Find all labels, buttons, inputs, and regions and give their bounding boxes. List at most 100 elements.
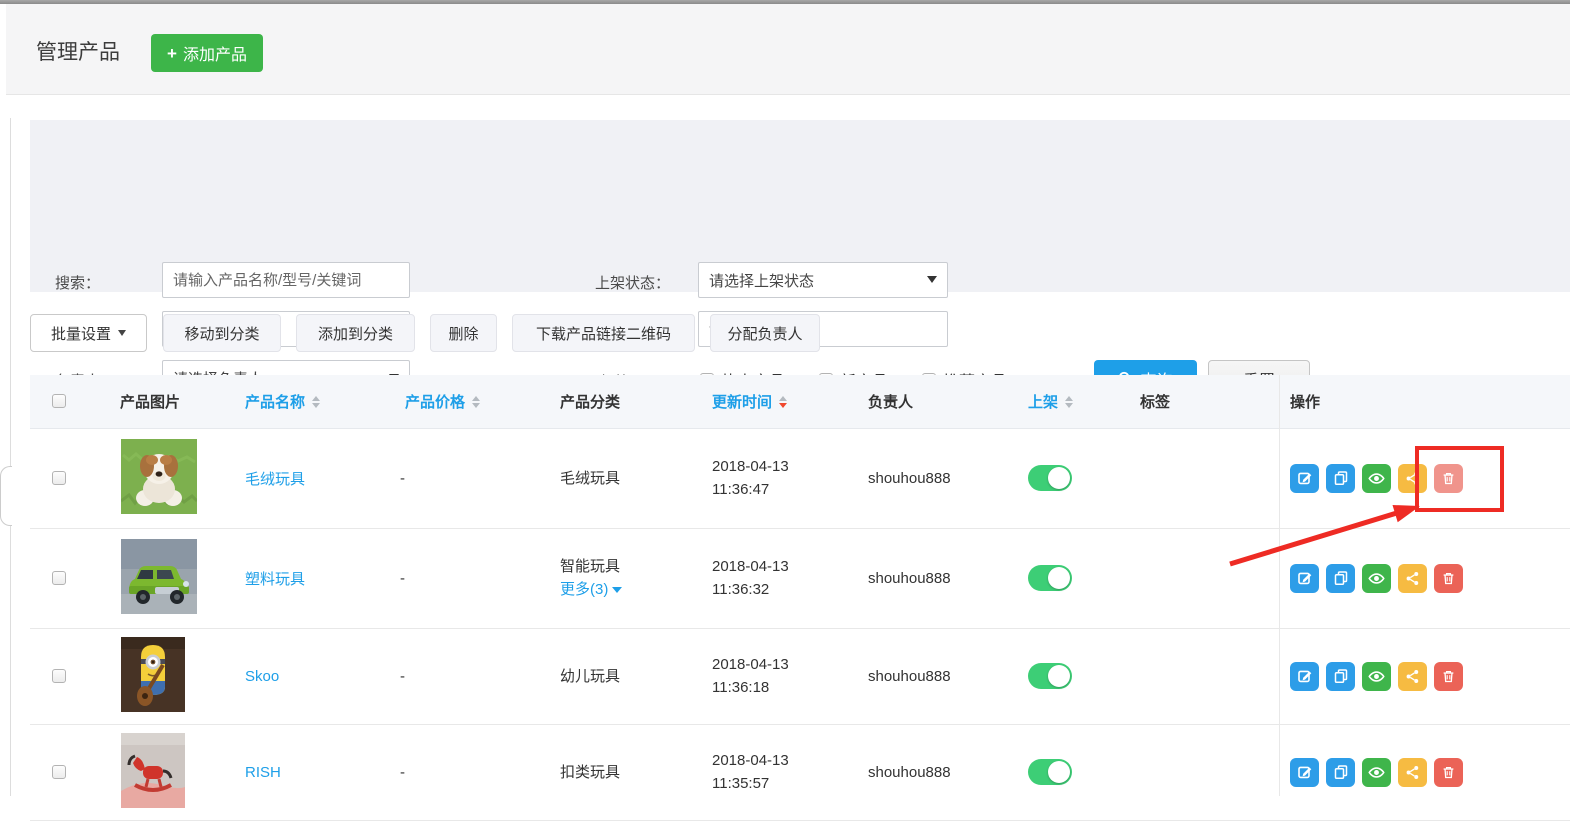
view-action-button[interactable] (1362, 662, 1391, 691)
edit-icon (1297, 470, 1313, 486)
sort-arrows-icon[interactable] (779, 396, 787, 408)
col-product-name[interactable]: 产品名称 (245, 375, 320, 428)
share-icon (1405, 669, 1420, 684)
update-time-cell: 2018-04-1311:35:57 (712, 724, 789, 820)
product-image-minion-figure (121, 637, 185, 716)
edit-icon (1297, 668, 1313, 684)
download-qrcode-button[interactable]: 下载产品链接二维码 (512, 314, 695, 352)
search-input[interactable] (162, 262, 410, 298)
select-all-checkbox[interactable] (52, 394, 66, 408)
product-category-cell: 毛绒玩具 (560, 428, 620, 528)
product-name-cell: 毛绒玩具 (245, 428, 305, 528)
copy-action-button[interactable] (1326, 758, 1355, 787)
product-category-cell: 智能玩具更多(3) (560, 528, 622, 628)
column-label: 产品名称 (245, 391, 305, 412)
chevron-down-icon (927, 276, 937, 283)
update-date: 2018-04-13 (712, 555, 789, 578)
view-action-button[interactable] (1362, 464, 1391, 493)
delete-action-button[interactable] (1434, 464, 1463, 493)
sort-desc-icon (472, 403, 480, 408)
status-toggle-on[interactable] (1028, 663, 1072, 689)
product-name-link[interactable]: 毛绒玩具 (245, 468, 305, 489)
search-label: 搜索： (55, 272, 100, 293)
row-checkbox[interactable] (52, 571, 66, 585)
view-icon (1368, 764, 1385, 781)
sort-arrows-icon[interactable] (472, 396, 480, 408)
sort-desc-icon (1065, 403, 1073, 408)
status-toggle-on[interactable] (1028, 565, 1072, 591)
delete-action-button[interactable] (1434, 758, 1463, 787)
edit-action-button[interactable] (1290, 564, 1319, 593)
edit-action-button[interactable] (1290, 464, 1319, 493)
add-to-category-button[interactable]: 添加到分类 (296, 314, 415, 352)
share-action-button[interactable] (1398, 564, 1427, 593)
column-label: 上架 (1028, 391, 1058, 412)
col-status[interactable]: 上架 (1028, 375, 1073, 428)
row-checkbox-cell (52, 528, 66, 628)
batch-settings-button[interactable]: 批量设置 (30, 314, 147, 352)
sort-arrows-icon[interactable] (1065, 396, 1073, 408)
status-select[interactable]: 请选择上架状态 (698, 262, 948, 298)
delete-icon (1441, 765, 1456, 780)
view-action-button[interactable] (1362, 758, 1391, 787)
product-category-value: 扣类玩具 (560, 761, 620, 784)
share-action-button[interactable] (1398, 662, 1427, 691)
add-product-button[interactable]: + 添加产品 (151, 34, 263, 72)
table-header: 产品图片产品名称产品价格产品分类更新时间负责人上架标签操作 (30, 375, 1570, 429)
product-price-value: - (400, 764, 405, 781)
row-checkbox[interactable] (52, 765, 66, 779)
share-icon (1405, 471, 1420, 486)
update-time: 11:36:18 (712, 676, 769, 699)
update-date: 2018-04-13 (712, 653, 789, 676)
delete-button[interactable]: 删除 (430, 314, 497, 352)
update-time: 11:36:47 (712, 478, 769, 501)
product-image-cell (121, 628, 185, 724)
delete-icon (1441, 571, 1456, 586)
product-image-green-toy-car (121, 539, 197, 618)
status-toggle-on[interactable] (1028, 759, 1072, 785)
share-action-button[interactable] (1398, 464, 1427, 493)
delete-action-button[interactable] (1434, 662, 1463, 691)
edit-action-button[interactable] (1290, 758, 1319, 787)
product-name-link[interactable]: RISH (245, 764, 281, 781)
product-name-link[interactable]: Skoo (245, 668, 279, 685)
copy-action-button[interactable] (1326, 662, 1355, 691)
move-to-category-button[interactable]: 移动到分类 (163, 314, 281, 352)
update-time: 11:36:32 (712, 578, 769, 601)
share-action-button[interactable] (1398, 758, 1427, 787)
copy-action-button[interactable] (1326, 464, 1355, 493)
owner-cell: shouhou888 (868, 528, 951, 628)
edit-action-button[interactable] (1290, 662, 1319, 691)
update-date: 2018-04-13 (712, 455, 789, 478)
product-name-link[interactable]: 塑料玩具 (245, 568, 305, 589)
col-tags: 标签 (1140, 375, 1170, 428)
copy-action-button[interactable] (1326, 564, 1355, 593)
sort-asc-icon (1065, 396, 1073, 401)
plus-icon: + (167, 45, 177, 62)
owner-cell: shouhou888 (868, 628, 951, 724)
add-product-label: 添加产品 (183, 41, 247, 65)
row-checkbox[interactable] (52, 471, 66, 485)
delete-action-button[interactable] (1434, 564, 1463, 593)
owner-cell: shouhou888 (868, 724, 951, 820)
column-label: 更新时间 (712, 391, 772, 412)
edit-icon (1297, 570, 1313, 586)
product-category-cell: 扣类玩具 (560, 724, 620, 820)
assign-owner-button[interactable]: 分配负责人 (710, 314, 820, 352)
product-image-cell (121, 528, 197, 628)
col-product-category: 产品分类 (560, 375, 620, 428)
product-category-value: 智能玩具 (560, 555, 620, 578)
row-checkbox[interactable] (52, 669, 66, 683)
product-name-cell: 塑料玩具 (245, 528, 305, 628)
col-product-price[interactable]: 产品价格 (405, 375, 480, 428)
sort-desc-icon (312, 403, 320, 408)
row-checkbox-cell (52, 628, 66, 724)
more-categories-link[interactable]: 更多(3) (560, 578, 622, 601)
status-toggle-on[interactable] (1028, 465, 1072, 491)
sort-arrows-icon[interactable] (312, 396, 320, 408)
view-action-button[interactable] (1362, 564, 1391, 593)
share-icon (1405, 571, 1420, 586)
col-update-time[interactable]: 更新时间 (712, 375, 787, 428)
product-category-value: 毛绒玩具 (560, 467, 620, 490)
update-time-cell: 2018-04-1311:36:18 (712, 628, 789, 724)
